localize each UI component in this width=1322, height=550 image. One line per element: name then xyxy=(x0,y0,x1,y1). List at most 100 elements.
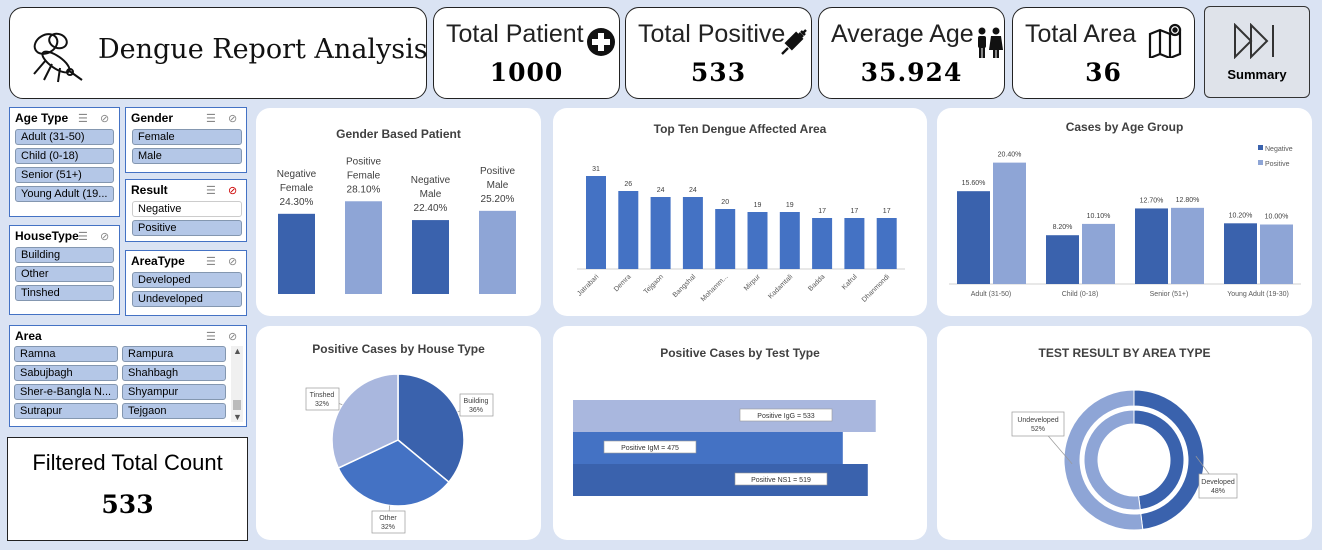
multi-select-icon[interactable]: ☰ xyxy=(78,112,88,125)
slicer-item[interactable]: Female xyxy=(132,129,242,145)
slicer-item[interactable]: Negative xyxy=(132,201,242,217)
map-icon xyxy=(1148,23,1182,58)
scrollbar[interactable]: ▲ ▼ xyxy=(231,346,243,422)
multi-select-icon[interactable]: ☰ xyxy=(206,112,216,125)
tick-label: Tejgaon xyxy=(643,273,665,295)
pie-label: Other xyxy=(379,515,397,522)
tick-label: Kadamtali xyxy=(767,273,794,300)
slicer-item[interactable]: Shahbagh xyxy=(122,365,226,381)
test-chart-svg: Positive IgG = 533 Positive IgM = 475 Posi… xyxy=(573,400,876,496)
slicer-item[interactable]: Undeveloped xyxy=(132,291,242,307)
pie-value: 32% xyxy=(315,401,329,408)
clear-filter-icon[interactable]: ⊘ xyxy=(100,230,109,243)
kpi-value: 36 xyxy=(1085,58,1122,87)
bar-label: Negative xyxy=(277,169,317,180)
tick-label: Mirpur xyxy=(743,273,762,292)
chart-test-type: Positive Cases by Test Type Positive IgG… xyxy=(553,326,927,540)
clear-filter-icon[interactable]: ⊘ xyxy=(100,112,109,125)
skip-forward-icon xyxy=(1234,23,1274,59)
data-label: 10.10% xyxy=(1087,213,1111,220)
report-title: Dengue Report Analysis xyxy=(98,34,428,65)
slicer-item[interactable]: Other xyxy=(15,266,114,282)
clear-filter-icon[interactable]: ⊘ xyxy=(228,184,237,197)
bar xyxy=(1046,235,1079,284)
pie-value: 32% xyxy=(381,524,395,531)
slicer-item[interactable]: Tejgaon xyxy=(122,403,226,419)
scroll-thumb[interactable] xyxy=(233,400,241,410)
doughnut-label: Developed xyxy=(1201,479,1235,486)
slicer-item[interactable]: Building xyxy=(15,247,114,263)
slicer-title: Gender xyxy=(131,111,174,125)
slicer-item[interactable]: Male xyxy=(132,148,242,164)
slicer-item-selected[interactable]: Positive xyxy=(132,220,242,236)
slicer-house-type: HouseType ☰ ⊘ Building Other Tinshed xyxy=(9,225,120,315)
slicer-item[interactable]: Tinshed xyxy=(15,285,114,301)
bar xyxy=(412,220,449,294)
legend-label: Negative xyxy=(1265,146,1293,153)
clear-filter-icon[interactable]: ⊘ xyxy=(228,112,237,125)
slicer-title: Result xyxy=(131,183,168,197)
tick-label: Child (0-18) xyxy=(1062,291,1099,298)
bar-label: Male xyxy=(420,189,442,200)
tick-label: Dhanmondi xyxy=(861,273,892,304)
doughnut-value: 48% xyxy=(1211,488,1225,495)
filtered-count-box: Filtered Total Count 533 xyxy=(7,437,248,541)
slicer-item[interactable]: Child (0-18) xyxy=(15,148,114,164)
data-label: Positive IgG = 533 xyxy=(757,413,815,420)
clear-filter-icon[interactable]: ⊘ xyxy=(228,330,237,343)
bar xyxy=(779,212,800,269)
multi-select-icon[interactable]: ☰ xyxy=(206,330,216,343)
multi-select-icon[interactable]: ☰ xyxy=(206,255,216,268)
bar xyxy=(650,197,671,269)
multi-select-icon[interactable]: ☰ xyxy=(78,230,88,243)
data-label: Positive NS1 = 519 xyxy=(751,477,811,484)
slicer-title: Area xyxy=(15,329,42,343)
kpi-average-age: Average Age 35.924 xyxy=(818,7,1005,99)
bar xyxy=(812,218,833,269)
slicer-area-type: AreaType ☰ ⊘ Developed Undeveloped xyxy=(125,250,247,316)
slicer-item[interactable]: Developed xyxy=(132,272,242,288)
slicer-item[interactable]: Rampura xyxy=(122,346,226,362)
kpi-title: Total Patient xyxy=(446,20,584,48)
bar xyxy=(747,212,768,269)
bar xyxy=(682,197,703,269)
summary-label: Summary xyxy=(1227,67,1287,82)
data-label: 24 xyxy=(689,187,697,194)
slicer-item[interactable]: Shyampur xyxy=(122,384,226,400)
slicer-item[interactable]: Ramna xyxy=(14,346,118,362)
slicer-title: Age Type xyxy=(15,111,69,125)
slicer-item[interactable]: Young Adult (19... xyxy=(15,186,114,202)
slicer-item[interactable]: Sutrapur xyxy=(14,403,118,419)
data-label: 15.60% xyxy=(962,180,986,187)
pie-value: 36% xyxy=(469,407,483,414)
bar-label: Female xyxy=(347,170,381,181)
clear-filter-icon[interactable]: ⊘ xyxy=(228,255,237,268)
slicer-result: Result ☰ ⊘ Negative Positive xyxy=(125,179,247,242)
scroll-down-icon[interactable]: ▼ xyxy=(233,412,242,422)
tick-label: Badda xyxy=(807,273,826,292)
tick-label: Demra xyxy=(613,273,633,293)
data-label: 26 xyxy=(624,181,632,188)
people-icon xyxy=(978,27,1003,58)
chart-area-type: TEST RESULT BY AREA TYPE Developed 48% Und… xyxy=(937,326,1312,540)
tick-label: Bangshal xyxy=(672,273,698,299)
bar xyxy=(479,210,516,294)
slicer-item[interactable]: Senior (51+) xyxy=(15,167,114,183)
slicer-area: Area ☰ ⊘ Ramna Rampura Sabujbagh Shahbag… xyxy=(9,325,247,427)
data-label: 25.20% xyxy=(481,194,515,205)
doughnut-value: 52% xyxy=(1031,426,1045,433)
slicer-title: HouseType xyxy=(15,229,79,243)
slicer-item[interactable]: Adult (31-50) xyxy=(15,129,114,145)
chart-top-ten-area: Top Ten Dengue Affected Area 31 Jatrabari… xyxy=(553,108,927,316)
kpi-title: Total Area xyxy=(1025,20,1137,48)
summary-button[interactable]: Summary xyxy=(1204,6,1310,98)
slicer-item[interactable]: Sher-e-Bangla N... xyxy=(14,384,118,400)
gender-chart-svg: Negative Female 24.30% Positive Female 28.10%… xyxy=(277,156,516,294)
data-label: 17 xyxy=(883,208,891,215)
filtered-count-value: 533 xyxy=(101,490,154,519)
syringe-icon xyxy=(781,29,807,55)
data-label: 31 xyxy=(592,166,600,173)
slicer-item[interactable]: Sabujbagh xyxy=(14,365,118,381)
multi-select-icon[interactable]: ☰ xyxy=(206,184,216,197)
scroll-up-icon[interactable]: ▲ xyxy=(233,346,242,356)
